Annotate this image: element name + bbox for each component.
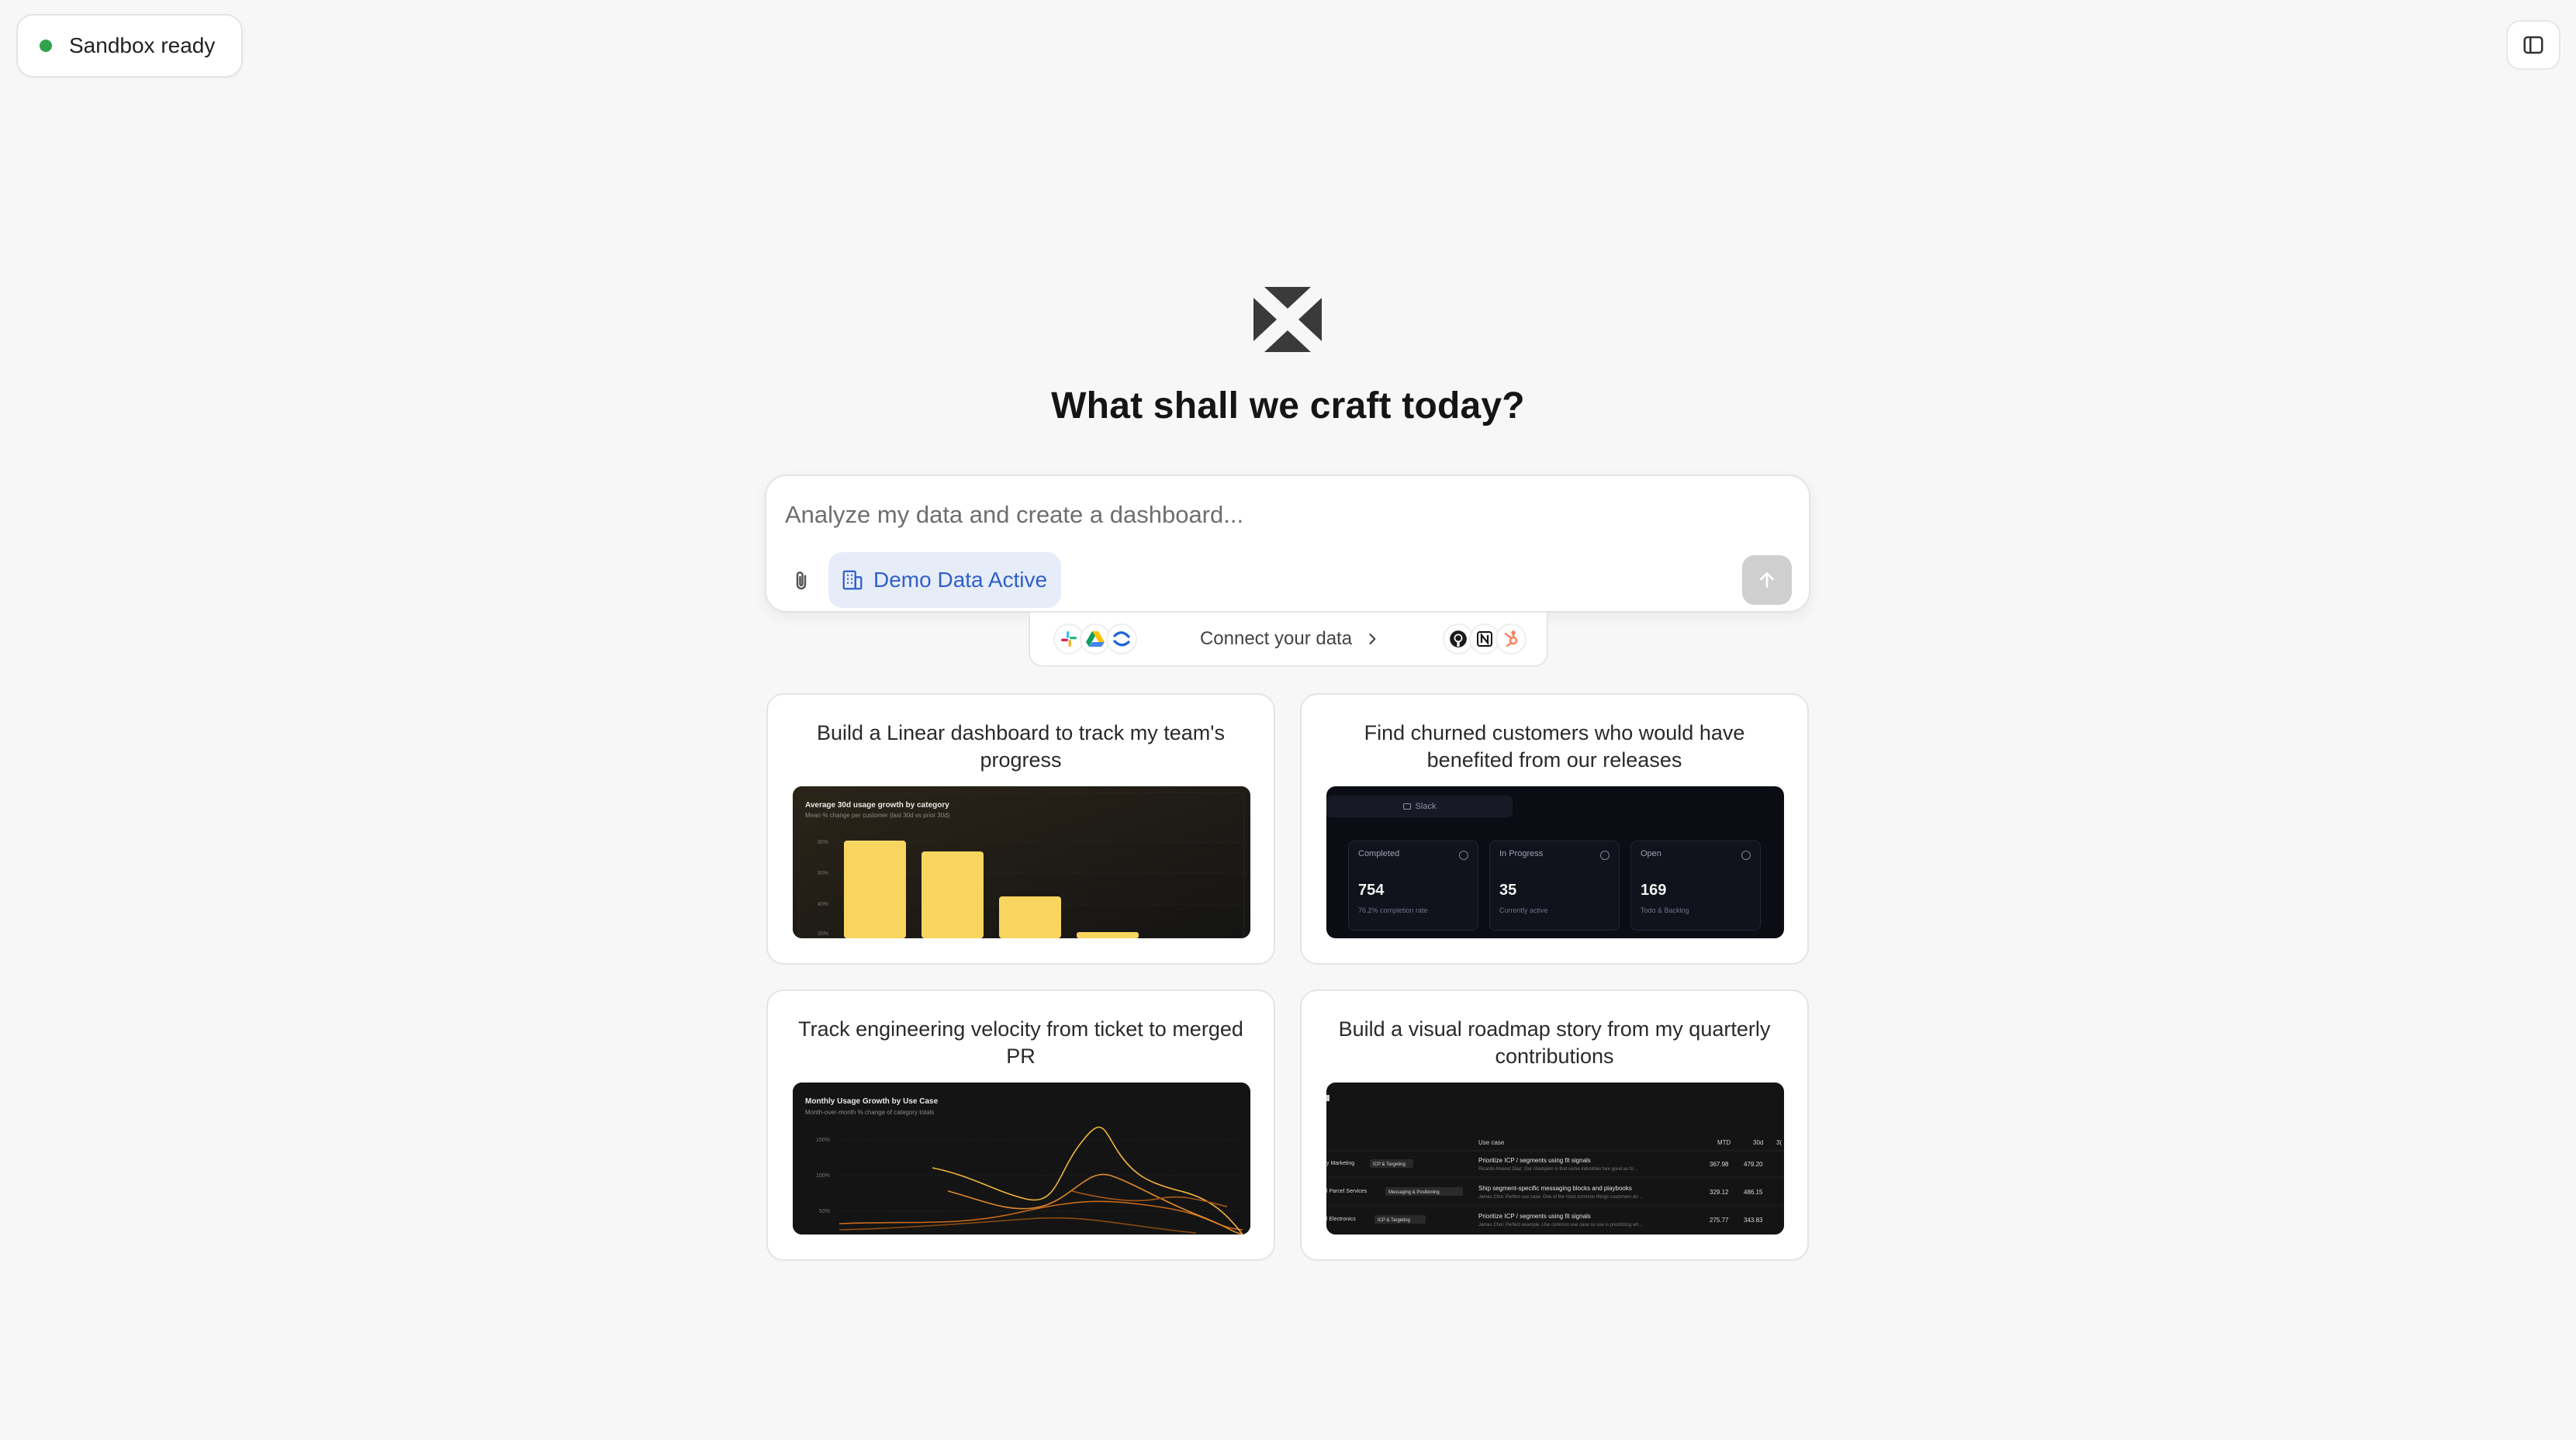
preview-bar	[844, 841, 906, 938]
y-tick-label: 100%	[816, 1173, 830, 1179]
preview-bar	[999, 896, 1061, 938]
send-button[interactable]	[1742, 555, 1792, 605]
table-header: Use case	[1478, 1139, 1505, 1146]
demo-data-label: Demo Data Active	[873, 568, 1048, 592]
stat-value: 754	[1358, 882, 1385, 899]
building-icon	[842, 570, 863, 590]
stat-label: Completed	[1358, 849, 1400, 858]
y-tick-label: 150%	[816, 1138, 830, 1143]
preview-chart-subtitle: Mean % change per customer (last 30d vs …	[805, 812, 950, 819]
row-use-case: Prioritize ICP / segments using fit sign…	[1478, 1213, 1591, 1220]
preview-chart-subtitle: Month-over-month % change of category to…	[805, 1109, 934, 1116]
row-use-case: Prioritize ICP / segments using fit sign…	[1478, 1157, 1591, 1164]
confluence-icon	[1106, 623, 1137, 654]
row-tag: ICP & Targeting	[1378, 1218, 1410, 1223]
info-icon	[1600, 851, 1610, 860]
row-tag: Messaging & Positioning	[1388, 1190, 1440, 1195]
suggestion-card-visual-roadmap[interactable]: Build a visual roadmap story from my qua…	[1300, 989, 1809, 1261]
row-mtd: 329.12	[1710, 1189, 1729, 1196]
suggestion-card-linear-dashboard[interactable]: Build a Linear dashboard to track my tea…	[766, 693, 1275, 965]
preview-bar	[921, 851, 984, 938]
preview-tab-label: Slack	[1415, 802, 1437, 811]
row-segment: l Parcel Services	[1326, 1189, 1368, 1194]
sidebar-panel-icon	[2523, 36, 2543, 54]
sidebar-toggle-button[interactable]	[2506, 20, 2560, 70]
stat-tile-in-progress: In Progress 35 Currently active	[1489, 841, 1620, 931]
card-title: Build a visual roadmap story from my qua…	[1338, 1017, 1771, 1068]
card-preview-line-chart: Monthly Usage Growth by Use Case Month-o…	[793, 1083, 1250, 1235]
row-tag: ICP & Targeting	[1373, 1162, 1406, 1167]
status-label: Sandbox ready	[69, 33, 216, 57]
page-title: What shall we craft today?	[1051, 385, 1525, 426]
row-30d: 343.83	[1744, 1217, 1763, 1224]
row-note: James Choi: Perfect example. Use common …	[1478, 1223, 1643, 1228]
app-logo	[1249, 281, 1326, 358]
table-header: 3(	[1776, 1139, 1782, 1146]
preview-chart-title: Average 30d usage growth by category	[805, 801, 949, 810]
stat-value: 169	[1641, 882, 1667, 899]
y-tick-label: 80%	[818, 840, 828, 845]
y-tick-label: 60%	[818, 871, 828, 876]
card-preview-table: Use case MTD 30d 3( y Marketing ICP & Ta…	[1326, 1083, 1784, 1235]
row-mtd: 367.98	[1710, 1161, 1729, 1168]
card-title: Build a Linear dashboard to track my tea…	[817, 721, 1225, 772]
arrow-up-icon	[1760, 572, 1774, 588]
stat-subtext: Todo & Backlog	[1641, 906, 1689, 914]
card-preview-stats: Slack Completed 754 76.2% completion rat…	[1326, 786, 1784, 938]
info-icon	[1741, 851, 1751, 860]
card-preview-bar-chart: Average 30d usage growth by category Mea…	[793, 786, 1250, 938]
preview-chart-title: Monthly Usage Growth by Use Case	[805, 1097, 939, 1106]
status-dot-icon	[40, 40, 52, 52]
preview-tab-slack: Slack	[1326, 796, 1513, 817]
prompt-input[interactable]	[785, 492, 1716, 538]
hubspot-icon	[1495, 623, 1527, 654]
y-tick-label: 40%	[818, 902, 828, 907]
chevron-right-icon	[1369, 634, 1376, 644]
row-30d: 479.20	[1744, 1161, 1763, 1168]
sandbox-status-badge[interactable]: Sandbox ready	[16, 14, 244, 78]
row-note: James Choi: Perfect use case. One of the…	[1478, 1195, 1644, 1200]
card-title: Find churned customers who would have be…	[1364, 721, 1745, 772]
connect-data-link[interactable]: Connect your data	[1200, 628, 1380, 650]
demo-data-chip[interactable]: Demo Data Active	[828, 552, 1062, 608]
connector-icons-right	[1443, 623, 1527, 654]
row-30d: 486.15	[1744, 1189, 1763, 1196]
stat-label: Open	[1641, 849, 1661, 858]
connector-icons-left	[1053, 623, 1137, 654]
connect-data-bar[interactable]: Connect your data	[1029, 613, 1548, 667]
row-segment: y Marketing	[1326, 1161, 1354, 1166]
table-header: 30d	[1753, 1139, 1763, 1146]
stat-value: 35	[1499, 882, 1517, 899]
row-segment: l Electronics	[1326, 1217, 1356, 1222]
y-tick-label: 50%	[819, 1209, 830, 1214]
prompt-box: Demo Data Active	[765, 475, 1810, 613]
stat-label: In Progress	[1499, 849, 1544, 858]
row-mtd: 275.77	[1710, 1217, 1729, 1224]
suggestion-card-churned-customers[interactable]: Find churned customers who would have be…	[1300, 693, 1809, 965]
card-title: Track engineering velocity from ticket t…	[798, 1017, 1243, 1068]
table-header: MTD	[1717, 1139, 1731, 1146]
info-icon	[1459, 851, 1468, 860]
stat-subtext: Currently active	[1499, 906, 1548, 914]
suggestion-card-engineering-velocity[interactable]: Track engineering velocity from ticket t…	[766, 989, 1275, 1261]
stat-tile-completed: Completed 754 76.2% completion rate	[1348, 841, 1478, 931]
paperclip-icon	[796, 572, 807, 590]
row-use-case: Ship segment-specific messaging blocks a…	[1478, 1185, 1632, 1192]
attach-file-button[interactable]	[780, 560, 822, 602]
preview-bar	[1077, 932, 1139, 938]
y-tick-label: 20%	[818, 931, 828, 937]
row-note: Ricardo Alvarez Diaz: Our champion is th…	[1478, 1167, 1637, 1172]
connect-data-label: Connect your data	[1199, 628, 1353, 649]
stat-subtext: 76.2% completion rate	[1358, 906, 1428, 914]
stat-tile-open: Open 169 Todo & Backlog	[1630, 841, 1761, 931]
